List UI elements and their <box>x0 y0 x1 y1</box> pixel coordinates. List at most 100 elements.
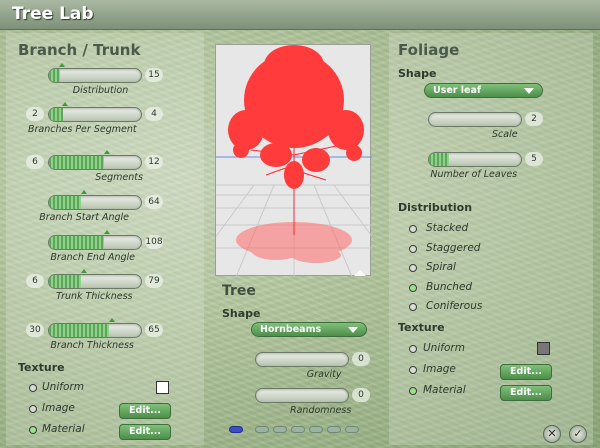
distribution-coniferous-radio[interactable] <box>409 303 417 311</box>
branch-texture-material-label: Material <box>42 423 85 435</box>
branch-slider-2-label: Segments <box>95 172 143 183</box>
branch-texture-material-radio[interactable] <box>29 426 37 434</box>
page-dot-6[interactable] <box>327 426 341 433</box>
branch-slider-0[interactable] <box>48 68 142 83</box>
foliage-slider-1-fill <box>429 153 450 166</box>
foliage-slider-0[interactable] <box>428 112 522 127</box>
checkmark-icon[interactable]: ✓ <box>569 425 587 443</box>
distribution-bunched-label: Bunched <box>426 280 473 293</box>
branch-slider-3[interactable] <box>48 195 142 210</box>
tree-preview-canvas <box>185 45 403 278</box>
branch-slider-3-value: 64 <box>145 195 163 209</box>
chevron-down-icon <box>348 327 358 333</box>
foliage-texture-material-edit-button[interactable]: Edit... <box>500 385 552 401</box>
branch-slider-4-value: 108 <box>145 235 163 249</box>
distribution-coniferous-label: Coniferous <box>426 300 483 312</box>
tree-slider-1[interactable] <box>255 388 349 403</box>
branch-slider-1-label: Branches Per Segment <box>28 124 137 135</box>
branch-slider-6-value: 65 <box>145 323 163 337</box>
branch-slider-5-value: 79 <box>145 274 163 288</box>
foliage-slider-1[interactable] <box>428 152 522 167</box>
foliage-texture-uniform-label: Uniform <box>423 342 465 354</box>
branch-slider-0-marker <box>59 63 66 67</box>
branch-texture-uniform-radio[interactable] <box>29 384 37 392</box>
distribution-staggered-radio[interactable] <box>409 244 417 253</box>
chevron-down-icon <box>524 88 534 94</box>
branch-slider-6-label: Branch Thickness <box>50 340 134 351</box>
branch-slider-5-min-value: 6 <box>26 274 44 288</box>
distribution-header: Distribution <box>398 201 473 214</box>
foliage-slider-0-label: Scale <box>492 129 518 140</box>
tree-slider-0-label: Gravity <box>306 369 342 380</box>
title-bar: Tree Lab <box>0 0 600 30</box>
page-dot-3[interactable] <box>273 426 287 433</box>
page-dot-1[interactable] <box>229 426 243 433</box>
tree-shape-label: Shape <box>222 307 261 320</box>
branch-slider-4-label: Branch End Angle <box>50 252 136 263</box>
tree-slider-0-value: 0 <box>352 352 370 366</box>
tree-slider-0[interactable] <box>255 352 349 367</box>
preview-resize-icon[interactable] <box>354 270 366 276</box>
branch-slider-4[interactable] <box>48 235 142 250</box>
branch-slider-5-marker <box>80 269 87 273</box>
foliage-texture-material-label: Material <box>423 384 466 396</box>
distribution-bunched-radio[interactable] <box>409 283 417 292</box>
foliage-shape-label: Shape <box>398 67 437 80</box>
foliage-texture-image-radio[interactable] <box>409 366 417 374</box>
branch-texture-header: Texture <box>18 361 65 374</box>
tree-preview[interactable] <box>185 44 403 278</box>
branch-slider-2-value: 12 <box>145 155 163 169</box>
page-dot-2[interactable] <box>255 426 269 433</box>
distribution-stacked-label: Stacked <box>426 222 469 234</box>
window-title: Tree Lab <box>12 4 94 24</box>
branch-slider-1-min-value: 2 <box>26 107 44 121</box>
branch-texture-color-swatch[interactable] <box>156 381 169 394</box>
branch-slider-5-label: Trunk Thickness <box>56 291 133 302</box>
branch-slider-3-fill <box>49 196 82 209</box>
foliage-shape-dropdown[interactable]: User leaf <box>424 83 543 98</box>
branch-slider-3-marker <box>80 190 87 194</box>
branch-header: Branch / Trunk <box>18 41 141 59</box>
foliage-slider-1-label: Number of Leaves <box>430 169 518 180</box>
branch-texture-uniform-label: Uniform <box>42 381 84 393</box>
foliage-slider-0-value: 2 <box>525 112 543 126</box>
branch-slider-5[interactable] <box>48 274 142 289</box>
branch-slider-2-fill <box>49 156 105 169</box>
distribution-staggered-label: Staggered <box>426 241 481 254</box>
branch-slider-2-marker <box>104 150 111 154</box>
branch-slider-6-min-value: 30 <box>26 323 44 337</box>
close-icon[interactable]: ✕ <box>543 425 561 443</box>
branch-slider-6-fill <box>49 324 109 337</box>
foliage-slider-1-value: 5 <box>525 152 543 166</box>
page-dot-7[interactable] <box>345 426 359 433</box>
branch-slider-2-min-value: 6 <box>26 155 44 169</box>
branch-texture-image-edit-button[interactable]: Edit... <box>119 403 171 419</box>
branch-texture-material-edit-button[interactable]: Edit... <box>119 424 171 440</box>
branch-slider-1[interactable] <box>48 107 142 122</box>
foliage-texture-image-label: Image <box>423 363 456 375</box>
branch-slider-4-marker <box>104 230 111 234</box>
foliage-texture-material-radio[interactable] <box>409 387 417 395</box>
branch-slider-6-marker <box>109 318 116 322</box>
branch-slider-1-marker <box>62 102 69 106</box>
branch-slider-6[interactable] <box>48 323 142 338</box>
branch-slider-0-value: 15 <box>145 68 163 82</box>
distribution-stacked-radio[interactable] <box>409 225 417 233</box>
branch-texture-image-radio[interactable] <box>29 405 37 413</box>
branch-slider-4-fill <box>49 236 105 249</box>
distribution-spiral-radio[interactable] <box>409 264 417 272</box>
branch-slider-2[interactable] <box>48 155 142 170</box>
tree-header: Tree <box>222 283 256 299</box>
branch-slider-3-label: Branch Start Angle <box>39 212 129 223</box>
page-dot-5[interactable] <box>309 426 323 433</box>
foliage-texture-header: Texture <box>398 321 445 334</box>
page-dot-4[interactable] <box>291 426 305 433</box>
tree-shape-dropdown[interactable]: Hornbeams <box>251 322 367 337</box>
foliage-texture-uniform-radio[interactable] <box>409 345 417 353</box>
tree-shape-value: Hornbeams <box>260 324 322 335</box>
foliage-texture-image-edit-button[interactable]: Edit... <box>500 364 552 380</box>
foliage-header: Foliage <box>398 41 460 59</box>
branch-slider-0-fill <box>49 69 61 82</box>
branch-texture-image-label: Image <box>42 402 75 414</box>
foliage-texture-color-swatch[interactable] <box>537 342 550 355</box>
